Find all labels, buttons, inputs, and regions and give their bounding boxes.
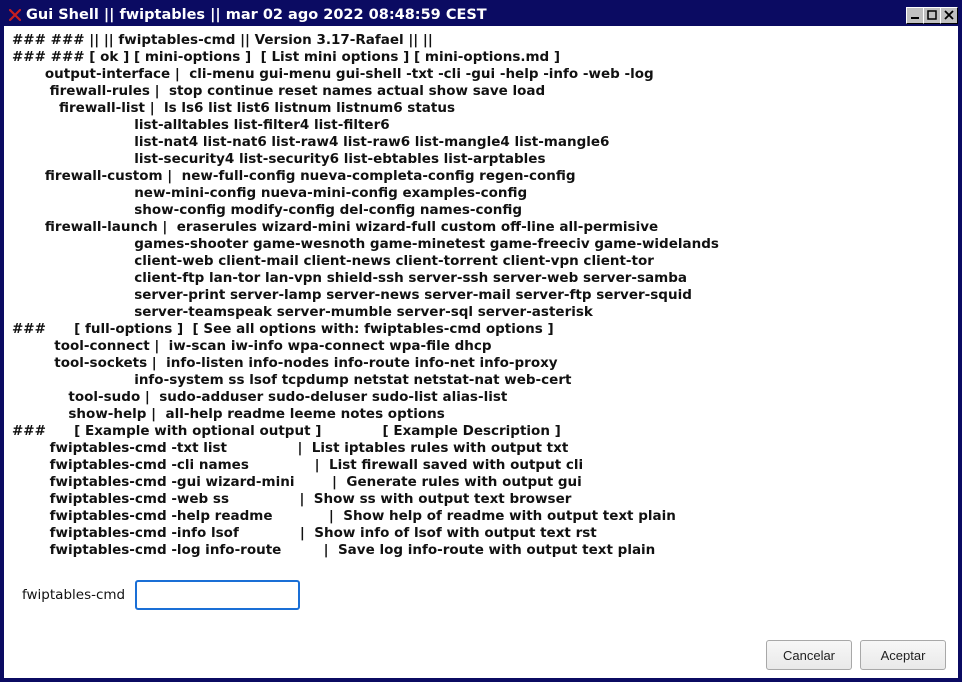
dialog-button-row: Cancelar Aceptar: [10, 612, 952, 672]
client-area: ### ### || || fwiptables-cmd || Version …: [4, 26, 958, 678]
cancel-button[interactable]: Cancelar: [766, 640, 852, 670]
minimize-icon: [910, 10, 920, 20]
accept-button[interactable]: Aceptar: [860, 640, 946, 670]
command-input[interactable]: [135, 580, 300, 610]
titlebar[interactable]: Gui Shell || fwiptables || mar 02 ago 20…: [4, 4, 958, 26]
command-row: fwiptables-cmd: [10, 570, 952, 612]
window-title: Gui Shell || fwiptables || mar 02 ago 20…: [26, 7, 903, 23]
app-window: Gui Shell || fwiptables || mar 02 ago 20…: [0, 0, 962, 682]
close-button[interactable]: [940, 7, 958, 24]
minimize-button[interactable]: [906, 7, 924, 24]
window-controls: [907, 7, 958, 24]
output-text[interactable]: ### ### || || fwiptables-cmd || Version …: [10, 32, 952, 570]
command-label: fwiptables-cmd: [22, 587, 125, 603]
app-x-icon: [8, 8, 22, 22]
maximize-button[interactable]: [923, 7, 941, 24]
close-icon: [944, 10, 954, 20]
maximize-icon: [927, 10, 937, 20]
